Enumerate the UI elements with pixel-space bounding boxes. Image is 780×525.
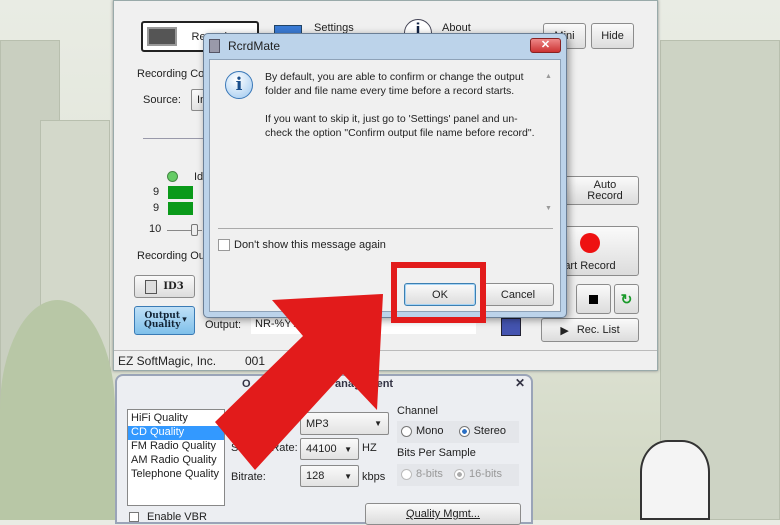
arrow-shape (215, 294, 383, 470)
red-arrow-annotation (215, 294, 383, 470)
